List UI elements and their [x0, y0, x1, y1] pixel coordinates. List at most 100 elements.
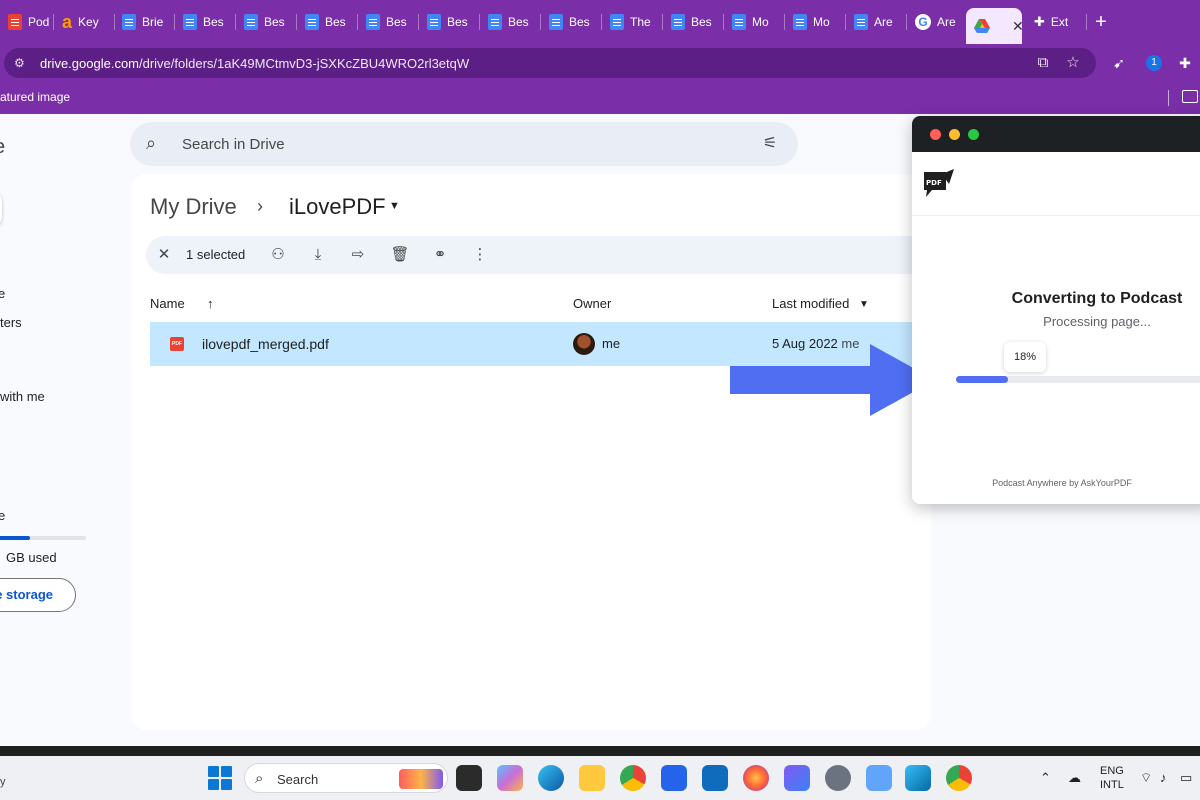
close-window-button[interactable] [930, 129, 941, 140]
trash-icon[interactable]: 🗑 [390, 245, 410, 265]
browser-tab[interactable]: ✚ Ext [1026, 6, 1086, 38]
tab-label: Bes [569, 15, 590, 29]
docs-icon [183, 14, 197, 30]
sort-caret-down-icon[interactable]: ▼ [859, 299, 869, 310]
taskbar-search[interactable]: ⌕ Search [244, 763, 448, 793]
m365-icon[interactable] [784, 765, 810, 791]
search-input[interactable]: Search in Drive [182, 136, 285, 153]
onedrive-cloud-icon[interactable]: ☁ [1068, 770, 1081, 786]
new-tab-button[interactable]: + [1090, 10, 1112, 34]
minimize-window-button[interactable] [949, 129, 960, 140]
docs-icon [488, 14, 502, 30]
rocket-extension-icon[interactable]: ➹ [1110, 54, 1128, 72]
sidebar-item[interactable]: e [0, 286, 5, 301]
search-icon: ⌕ [255, 770, 264, 787]
drive-logo-text[interactable]: e [0, 136, 5, 159]
extensions-puzzle-icon[interactable]: ✚ [1176, 54, 1194, 72]
firefox-icon[interactable] [743, 765, 769, 791]
browser-tab[interactable]: G Are [907, 6, 967, 38]
wifi-icon[interactable]: ⌔ [1140, 770, 1152, 786]
move-icon[interactable]: ⇨ [348, 245, 368, 265]
battery-icon[interactable]: ▭ [1180, 770, 1192, 786]
browser-tab[interactable]: Bes [236, 6, 296, 38]
breadcrumb-root[interactable]: My Drive [150, 194, 237, 220]
active-tab-drive[interactable]: ✕ [966, 8, 1022, 44]
column-header-modified[interactable]: Last modified [772, 296, 849, 311]
chevron-up-icon[interactable]: ⌃ [1040, 770, 1051, 786]
tab-label: Bes [508, 15, 529, 29]
address-bar[interactable]: ⚙ drive.google.com/drive/folders/1aK49MC… [4, 48, 1096, 78]
more-actions-icon[interactable]: ⋮ [470, 245, 490, 265]
download-icon[interactable]: ⤓ [308, 245, 328, 265]
photos-icon[interactable] [905, 765, 931, 791]
browser-tab[interactable]: Mo [785, 6, 845, 38]
file-list-panel: My Drive › iLovePDF ▼ ✕ 1 selected ⚇ ⤓ ⇨… [131, 174, 931, 730]
sidebar-item-storage[interactable]: e [0, 508, 5, 523]
caret-down-icon[interactable]: ▼ [389, 200, 400, 212]
breadcrumb-folder[interactable]: iLovePDF [289, 194, 386, 220]
file-explorer-icon[interactable] [579, 765, 605, 791]
extension-badge[interactable]: 1 [1146, 55, 1162, 71]
browser-tab[interactable]: Bes [541, 6, 601, 38]
folder-icon[interactable] [1182, 90, 1198, 103]
tab-label: Mo [752, 15, 769, 29]
drive-icon [974, 19, 990, 33]
amazon-icon: a [62, 11, 73, 32]
edge-icon[interactable] [538, 765, 564, 791]
progress-fill [956, 376, 1009, 383]
browser-tab[interactable]: Bes [480, 6, 540, 38]
task-view-icon[interactable] [456, 765, 482, 791]
column-header-owner: Owner [573, 296, 612, 311]
chrome-profile-icon[interactable] [946, 765, 972, 791]
browser-tab[interactable]: The [602, 6, 662, 38]
browser-tab[interactable]: Pod [0, 6, 58, 38]
docs-icon [793, 14, 807, 30]
browser-tab[interactable]: Bes [358, 6, 418, 38]
browser-tab[interactable]: a Key [54, 6, 112, 38]
file-name[interactable]: ilovepdf_merged.pdf [202, 336, 329, 352]
windows-start-icon[interactable] [208, 766, 232, 790]
browser-tab[interactable]: Brie [114, 6, 174, 38]
new-button[interactable] [0, 190, 2, 228]
tab-label: Mo [813, 15, 830, 29]
language-indicator[interactable]: ENG [1100, 765, 1124, 777]
browser-tab[interactable]: Bes [419, 6, 479, 38]
browser-tab[interactable]: Bes [297, 6, 357, 38]
tab-label: Are [937, 15, 956, 29]
browser-tab[interactable]: Are [846, 6, 906, 38]
store-icon[interactable] [661, 765, 687, 791]
url-path: /drive/folders/1aK49MCtmvD3-jSXKcZBU4WRO… [139, 56, 470, 71]
volume-icon[interactable]: ♪ [1160, 770, 1167, 785]
sidebar-item[interactable]: ters [0, 315, 22, 330]
google-icon: G [915, 14, 931, 30]
browser-tab[interactable]: Bes [175, 6, 235, 38]
outlook-icon[interactable] [702, 765, 728, 791]
site-settings-icon[interactable]: ⚙ [14, 56, 30, 70]
maximize-window-button[interactable] [968, 129, 979, 140]
remote-desktop-icon[interactable] [866, 765, 892, 791]
link-icon[interactable]: ⚭ [430, 245, 450, 265]
browser-tab[interactable]: Bes [663, 6, 723, 38]
close-tab-icon[interactable]: ✕ [1012, 18, 1022, 35]
copilot-icon[interactable] [497, 765, 523, 791]
tab-favicon-icon [8, 14, 22, 30]
tab-label: Bes [203, 15, 224, 29]
search-options-icon[interactable]: ⚟ [760, 134, 780, 154]
browser-tab[interactable]: Mo [724, 6, 784, 38]
docs-icon [427, 14, 441, 30]
sort-arrow-up-icon[interactable]: ↑ [207, 296, 214, 311]
tab-separator [1086, 14, 1087, 30]
bookmark-star-icon[interactable]: ☆ [1064, 54, 1082, 72]
install-app-icon[interactable]: ⧉ [1034, 54, 1052, 72]
drive-search[interactable]: ⌕ Search in Drive ⚟ [130, 122, 798, 166]
sidebar-item-shared[interactable]: with me [0, 389, 45, 404]
chrome-icon[interactable] [620, 765, 646, 791]
language-layout[interactable]: INTL [1100, 779, 1124, 791]
get-storage-button[interactable]: e storage [0, 578, 76, 612]
share-icon[interactable]: ⚇ [268, 245, 288, 265]
tab-label: The [630, 15, 651, 29]
settings-gear-icon[interactable] [825, 765, 851, 791]
clear-selection-icon[interactable]: ✕ [154, 245, 174, 265]
column-header-name[interactable]: Name [150, 296, 185, 311]
bookmark-item[interactable]: atured image [0, 90, 70, 104]
